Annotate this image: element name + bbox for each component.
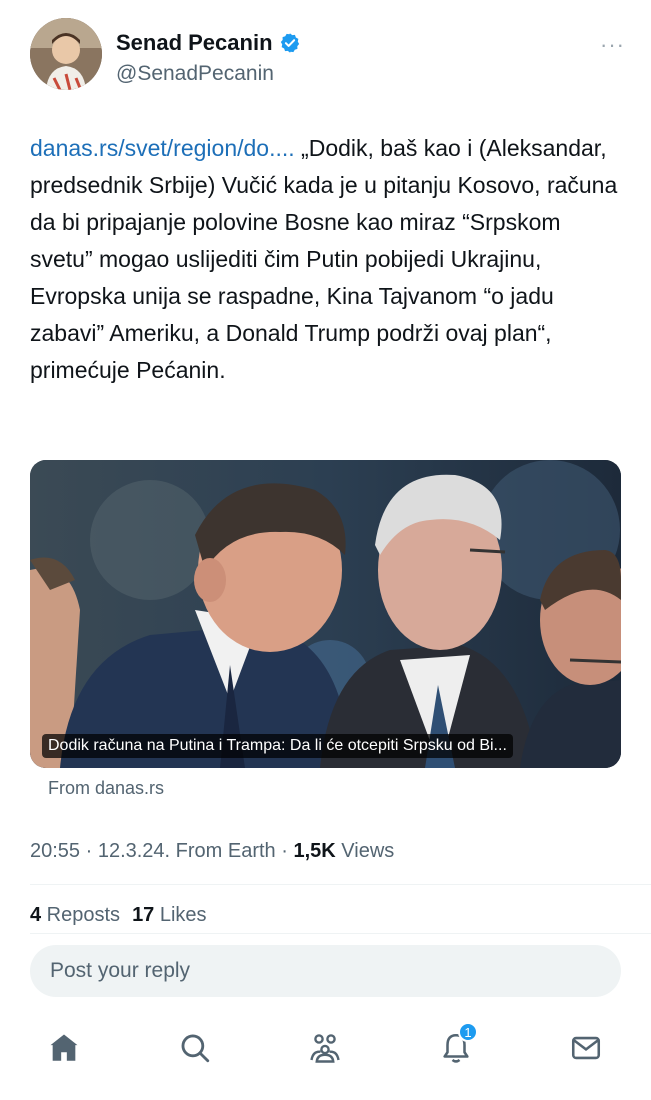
more-options-icon[interactable]: ···: [600, 32, 625, 58]
tweet-meta: 20:55 · 12.3.24. From Earth · 1,5K Views: [30, 840, 394, 863]
reply-input[interactable]: [50, 959, 621, 983]
nav-home[interactable]: [44, 1028, 84, 1068]
author-display-name[interactable]: Senad Pecanin: [116, 30, 273, 56]
link-card-image: [30, 460, 621, 768]
reposts-label: Reposts: [41, 904, 121, 926]
nav-communities[interactable]: [305, 1028, 345, 1068]
verified-badge-icon: [279, 32, 301, 54]
bottom-nav: 1: [0, 1018, 651, 1082]
nav-notifications[interactable]: 1: [436, 1022, 478, 1068]
notifications-badge: 1: [458, 1022, 478, 1042]
messages-icon: [571, 1036, 601, 1060]
reposts-stat[interactable]: 4 Reposts: [30, 904, 120, 926]
author-name-row[interactable]: Senad Pecanin: [116, 30, 301, 56]
author-avatar[interactable]: [30, 18, 102, 90]
views-label: Views: [335, 840, 395, 862]
engagement-stats: 4 Reposts 17 Likes: [30, 904, 207, 927]
tweet-timestamp[interactable]: 20:55 · 12.3.24. From Earth ·: [30, 840, 293, 862]
home-icon: [50, 1034, 78, 1061]
search-icon: [181, 1034, 210, 1063]
likes-stat[interactable]: 17 Likes: [132, 904, 207, 926]
tweet-body: „Dodik, baš kao i (Aleksandar, predsedni…: [30, 135, 618, 383]
divider: [30, 884, 651, 885]
link-card-source[interactable]: From danas.rs: [48, 778, 164, 799]
tweet-text: danas.rs/svet/region/do.... „Dodik, baš …: [30, 130, 620, 389]
reposts-count: 4: [30, 904, 42, 926]
likes-count: 17: [132, 904, 155, 926]
link-card-caption: Dodik računa na Putina i Trampa: Da li ć…: [42, 734, 513, 758]
divider: [30, 933, 651, 934]
nav-search[interactable]: [175, 1028, 215, 1068]
likes-label: Likes: [154, 904, 207, 926]
link-card[interactable]: Dodik računa na Putina i Trampa: Da li ć…: [30, 460, 621, 768]
nav-messages[interactable]: [566, 1028, 606, 1068]
views-count: 1,5K: [293, 840, 336, 862]
author-handle[interactable]: @SenadPecanin: [116, 62, 274, 86]
reply-box[interactable]: [30, 945, 621, 997]
tweet-link[interactable]: danas.rs/svet/region/do....: [30, 135, 295, 161]
tweet-header: Senad Pecanin @SenadPecanin ···: [30, 18, 625, 96]
communities-icon: [310, 1034, 340, 1063]
